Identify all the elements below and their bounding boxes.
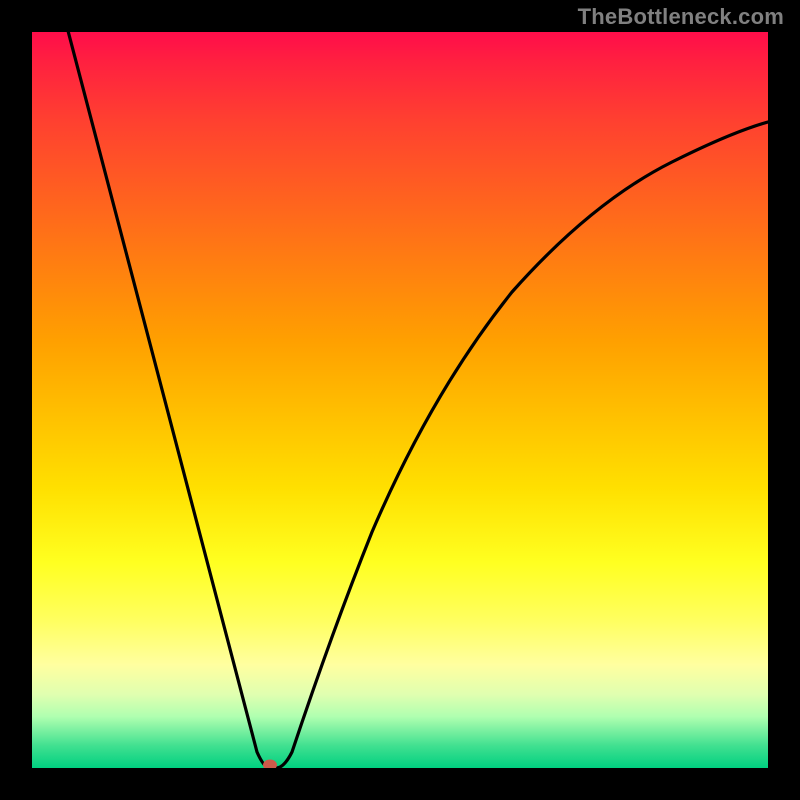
bottleneck-curve (67, 32, 768, 768)
watermark-text: TheBottleneck.com (578, 4, 784, 30)
optimal-point-marker (263, 760, 277, 769)
plot-area (32, 32, 768, 768)
bottleneck-chart: TheBottleneck.com (0, 0, 800, 800)
chart-svg (32, 32, 768, 768)
